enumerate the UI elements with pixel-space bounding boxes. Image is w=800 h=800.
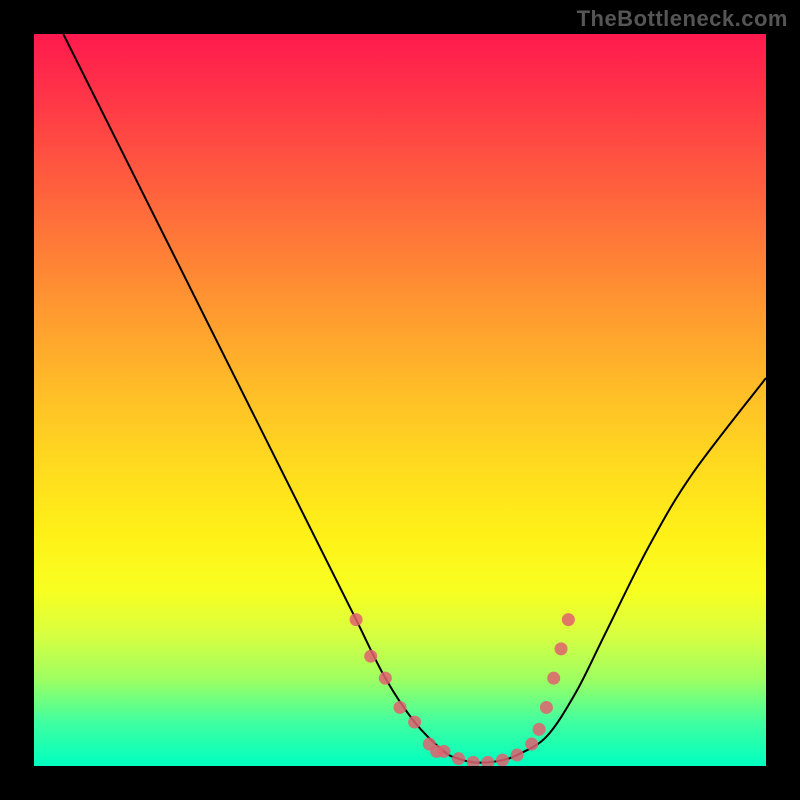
marker-point (547, 672, 560, 685)
marker-point (562, 613, 575, 626)
marker-point (364, 650, 377, 663)
marker-point (540, 701, 553, 714)
marker-point (452, 752, 465, 765)
bottleneck-curve-line (63, 34, 766, 763)
marker-point (394, 701, 407, 714)
marker-point (350, 613, 363, 626)
chart-svg (34, 34, 766, 766)
marker-point (511, 749, 524, 762)
marker-point (408, 716, 421, 729)
marker-point (379, 672, 392, 685)
marker-point (555, 642, 568, 655)
marker-point (525, 738, 538, 751)
marker-point (437, 745, 450, 758)
marker-points (350, 613, 575, 766)
marker-point (533, 723, 546, 736)
marker-point (481, 756, 494, 766)
marker-point (496, 754, 509, 766)
watermark-text: TheBottleneck.com (577, 6, 788, 32)
marker-point (467, 756, 480, 766)
